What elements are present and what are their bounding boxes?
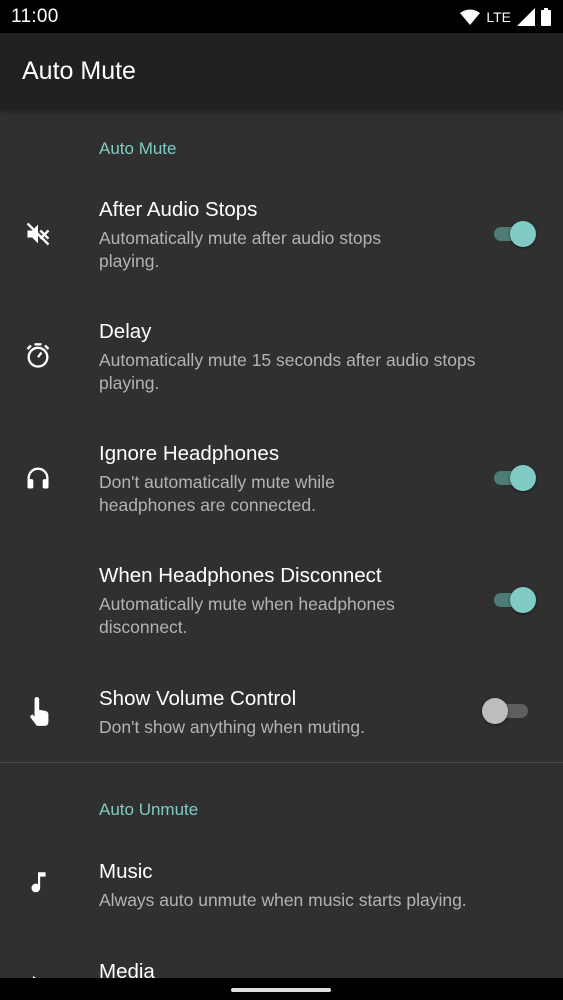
- pref-summary: Automatically mute 15 seconds after audi…: [99, 350, 476, 393]
- pref-summary: Automatically mute when headphones disco…: [99, 594, 395, 637]
- app-bar: Auto Mute: [0, 33, 563, 110]
- wifi-icon: [460, 9, 481, 25]
- pref-title: Ignore Headphones: [99, 442, 280, 465]
- app-title: Auto Mute: [22, 57, 136, 85]
- pref-summary: Automatically mute after audio stops pla…: [99, 228, 382, 271]
- pref-title: Delay: [99, 320, 152, 343]
- pref-delay[interactable]: Delay Automatically mute 15 seconds afte…: [0, 294, 563, 394]
- section-divider: [0, 762, 563, 763]
- show-volume-control-switch[interactable]: [482, 696, 538, 726]
- section-header-auto-mute: Auto Mute: [99, 139, 177, 158]
- status-bar: 11:00 LTE: [0, 0, 563, 33]
- headphones-icon: [22, 462, 54, 494]
- pref-summary: Always auto unmute when music starts pla…: [99, 890, 467, 910]
- pref-when-headphones-disconnect[interactable]: When Headphones Disconnect Automatically…: [0, 538, 563, 638]
- network-type: LTE: [486, 8, 511, 25]
- after-audio-stops-switch[interactable]: [492, 219, 538, 249]
- pref-summary: Don't show anything when muting.: [99, 717, 365, 737]
- touch-icon: [22, 696, 54, 728]
- pref-music[interactable]: Music Always auto unmute when music star…: [0, 834, 563, 924]
- pref-title: Media: [99, 960, 155, 978]
- pref-show-volume-control[interactable]: Show Volume Control Don't show anything …: [0, 660, 563, 760]
- battery-icon: [541, 7, 551, 26]
- pref-media[interactable]: Media: [0, 934, 563, 978]
- ignore-headphones-switch[interactable]: [492, 463, 538, 493]
- pref-title: Music: [99, 860, 153, 883]
- play-icon: [22, 968, 54, 978]
- pref-ignore-headphones[interactable]: Ignore Headphones Don't automatically mu…: [0, 416, 563, 516]
- home-gesture-handle[interactable]: [231, 988, 331, 992]
- navigation-bar: [0, 978, 563, 1000]
- volume-off-icon: [22, 218, 54, 250]
- music-note-icon: [22, 866, 54, 898]
- pref-summary: Don't automatically mute while headphone…: [99, 472, 335, 515]
- settings-list[interactable]: Auto Mute After Audio Stops Automaticall…: [0, 110, 563, 978]
- pref-title: Show Volume Control: [99, 687, 297, 710]
- status-time: 11:00: [11, 5, 59, 27]
- timer-icon: [22, 340, 54, 372]
- signal-icon: [517, 7, 535, 26]
- pref-title: When Headphones Disconnect: [99, 564, 382, 587]
- pref-after-audio-stops[interactable]: After Audio Stops Automatically mute aft…: [0, 172, 563, 272]
- when-headphones-disconnect-switch[interactable]: [492, 585, 538, 615]
- status-icons: LTE: [460, 7, 551, 26]
- pref-title: After Audio Stops: [99, 198, 258, 221]
- section-header-auto-unmute: Auto Unmute: [99, 800, 199, 819]
